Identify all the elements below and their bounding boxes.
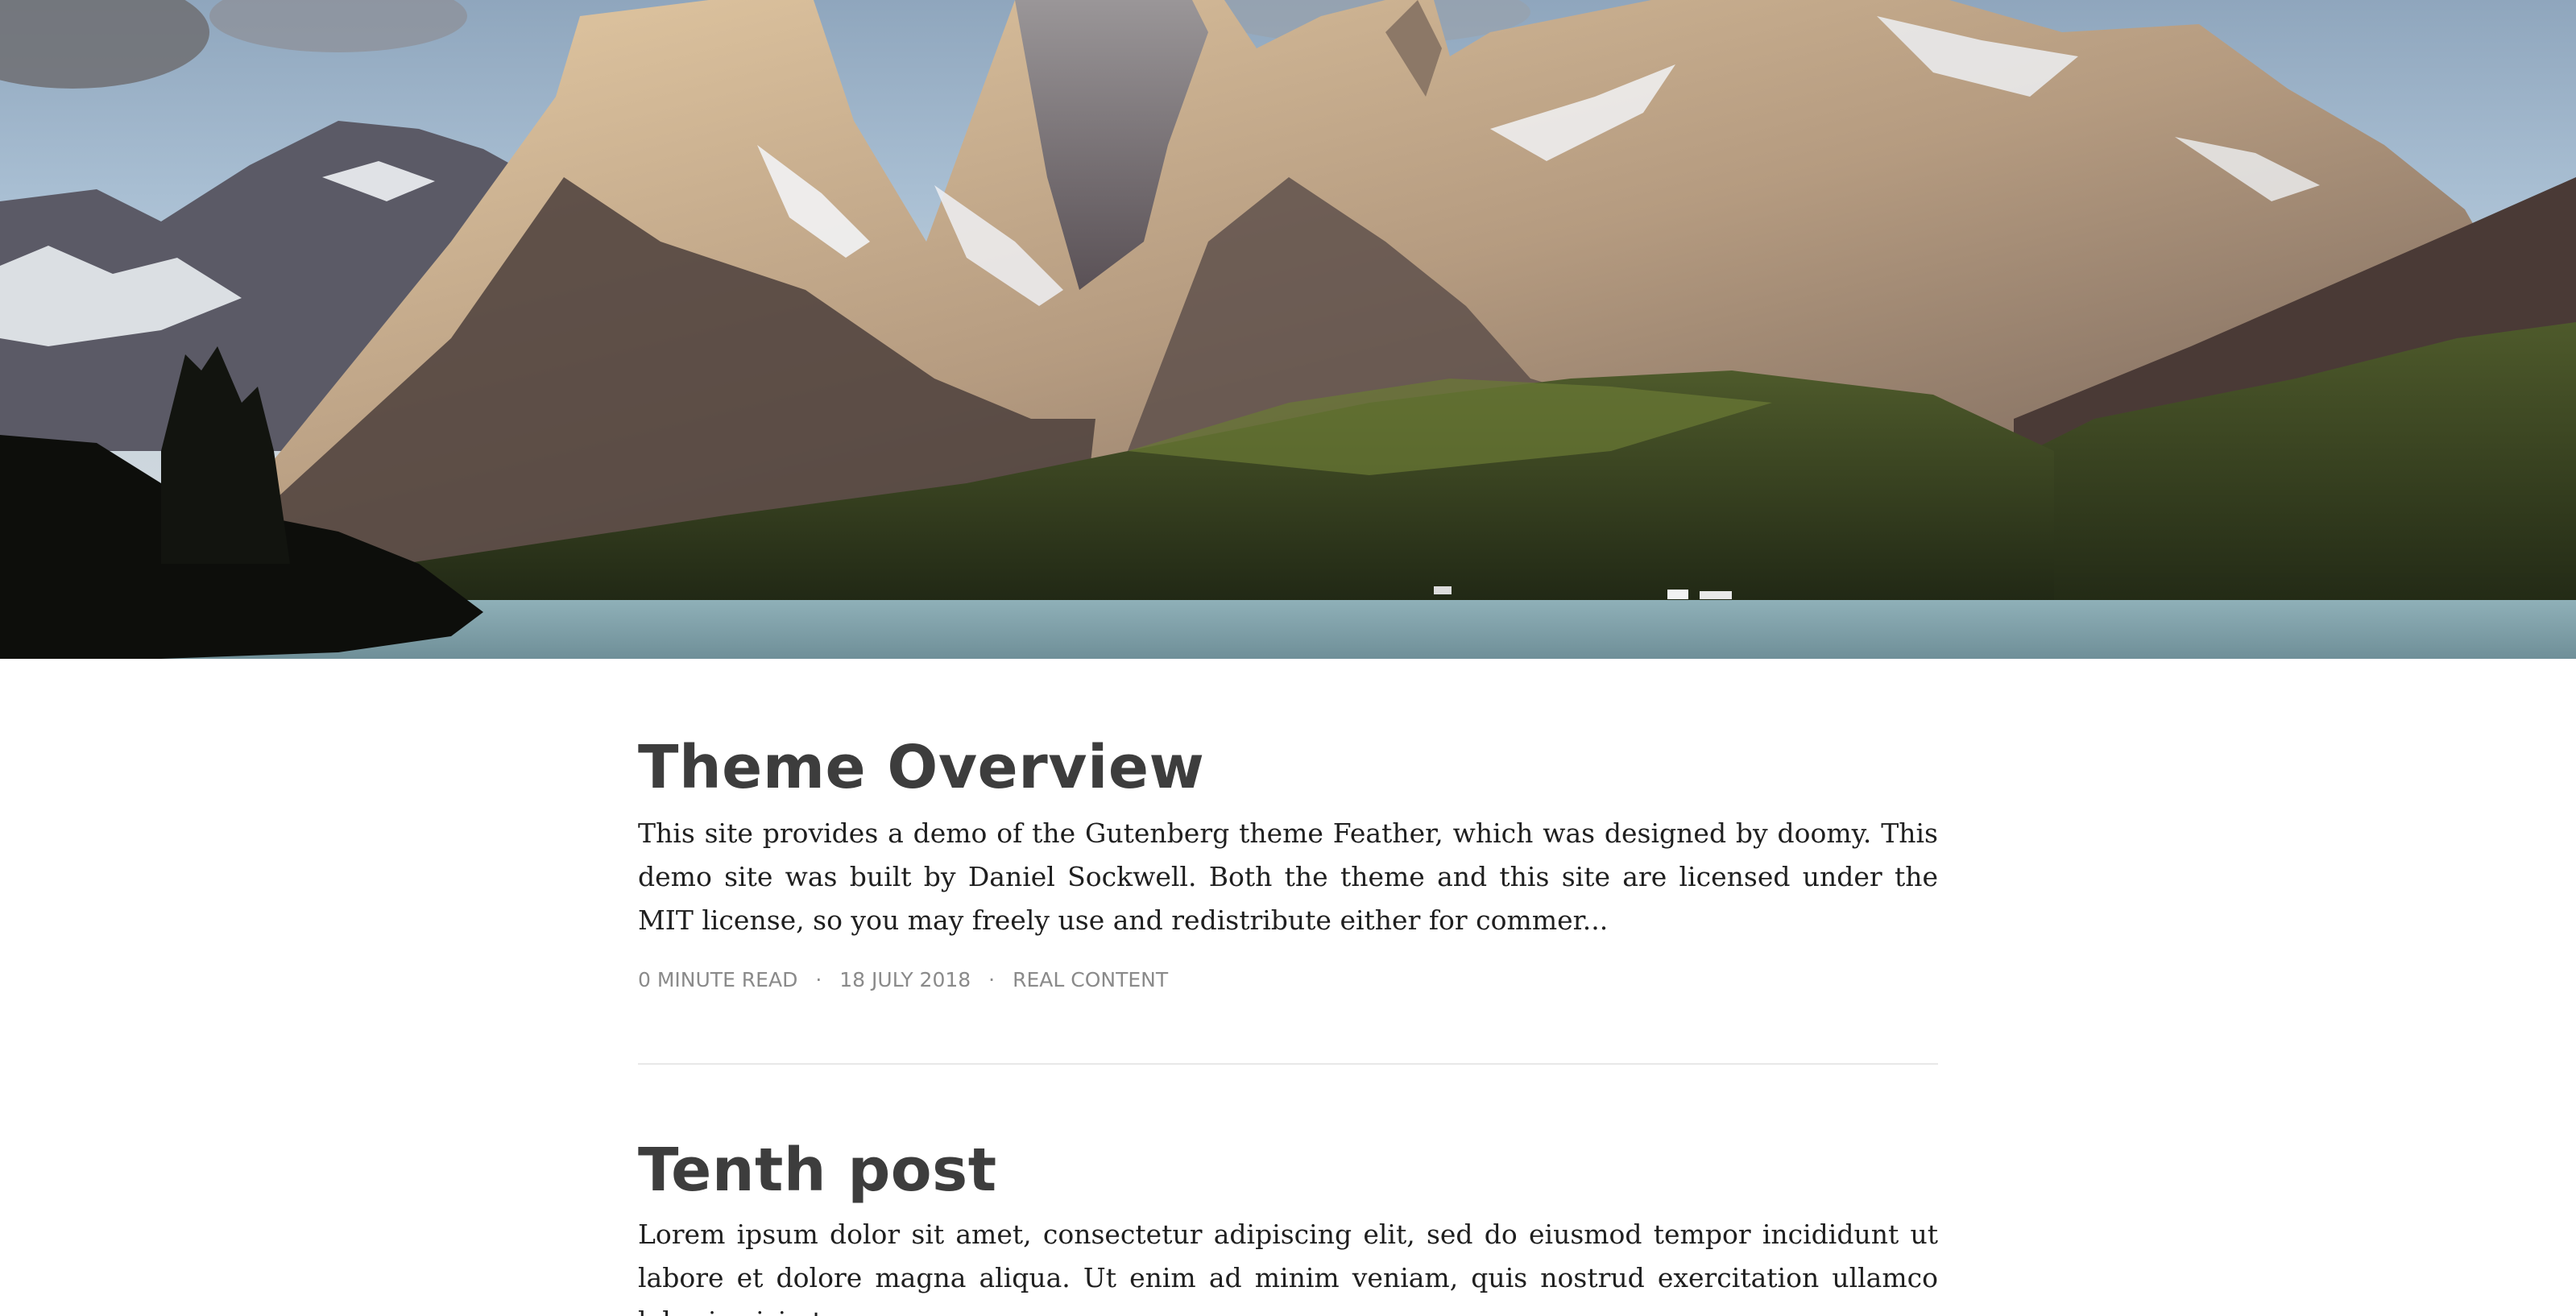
read-time: 0 MINUTE READ — [638, 968, 798, 991]
building — [1434, 586, 1452, 594]
post-meta: 0 MINUTE READ · 18 JULY 2018 · REAL CONTENT — [638, 966, 1938, 994]
building — [1667, 590, 1688, 599]
post-date: 18 JULY 2018 — [839, 968, 971, 991]
cloud — [209, 0, 467, 52]
post-card: Tenth post Lorem ipsum dolor sit amet, c… — [638, 1065, 1938, 1316]
meta-separator: · — [988, 968, 996, 991]
post-list: Theme Overview This site provides a demo… — [638, 659, 1938, 1316]
post-card: Theme Overview This site provides a demo… — [638, 659, 1938, 994]
cloud — [0, 0, 209, 89]
mountain-landscape-illustration — [0, 0, 2576, 659]
building — [1700, 591, 1732, 599]
category-link[interactable]: REAL CONTENT — [1013, 968, 1168, 991]
post-title-link[interactable]: Theme Overview — [638, 731, 1938, 804]
post-excerpt: Lorem ipsum dolor sit amet, consectetur … — [638, 1219, 1938, 1316]
post-title-link[interactable]: Tenth post — [638, 1134, 1938, 1206]
hero-image — [0, 0, 2576, 659]
post-excerpt: This site provides a demo of the Gutenbe… — [638, 817, 1938, 936]
meta-separator: · — [815, 968, 822, 991]
